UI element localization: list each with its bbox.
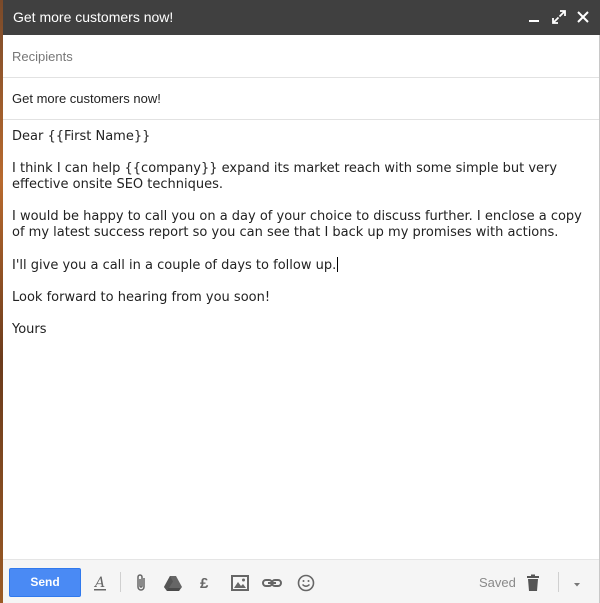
emoji-icon[interactable]	[295, 572, 317, 594]
svg-text:£: £	[200, 575, 209, 592]
recipients-row	[3, 36, 599, 78]
trash-icon[interactable]	[522, 572, 544, 594]
message-body[interactable]: Dear {{First Name}} I think I can help {…	[3, 121, 599, 559]
body-paragraph: I think I can help {{company}} expand it…	[12, 161, 558, 192]
more-options-icon[interactable]	[566, 573, 588, 595]
link-icon[interactable]	[261, 572, 283, 594]
toolbar-divider	[120, 572, 121, 592]
expand-icon[interactable]	[548, 6, 570, 28]
photo-icon[interactable]	[229, 572, 251, 594]
close-icon[interactable]	[572, 6, 594, 28]
format-text-icon[interactable]: A	[89, 572, 111, 594]
text-cursor	[337, 257, 339, 272]
saved-status: Saved	[479, 575, 516, 590]
compose-toolbar: Send A £ Saved	[3, 559, 599, 603]
compose-titlebar[interactable]: Get more customers now!	[3, 0, 600, 35]
body-paragraph-caret-line: I'll give you a call in a couple of days…	[12, 257, 590, 274]
body-paragraph: I'll give you a call in a couple of days…	[12, 258, 337, 273]
minimize-icon[interactable]	[523, 6, 545, 28]
svg-text:A: A	[93, 575, 105, 591]
toolbar-divider	[558, 572, 559, 592]
body-paragraph: Look forward to hearing from you soon!	[12, 290, 271, 305]
body-paragraph: I would be happy to call you on a day of…	[12, 209, 582, 240]
window-title: Get more customers now!	[13, 9, 174, 25]
drive-icon[interactable]	[162, 572, 184, 594]
subject-row	[3, 78, 599, 120]
attach-icon[interactable]	[131, 572, 153, 594]
send-button[interactable]: Send	[9, 568, 81, 597]
compose-window: Get more customers now! Dear {{First Nam…	[3, 0, 600, 603]
subject-input[interactable]	[3, 78, 599, 119]
body-paragraph: Yours	[12, 322, 47, 337]
recipients-input[interactable]	[3, 36, 599, 77]
body-paragraph: Dear {{First Name}}	[12, 129, 151, 144]
pound-icon[interactable]: £	[195, 572, 217, 594]
